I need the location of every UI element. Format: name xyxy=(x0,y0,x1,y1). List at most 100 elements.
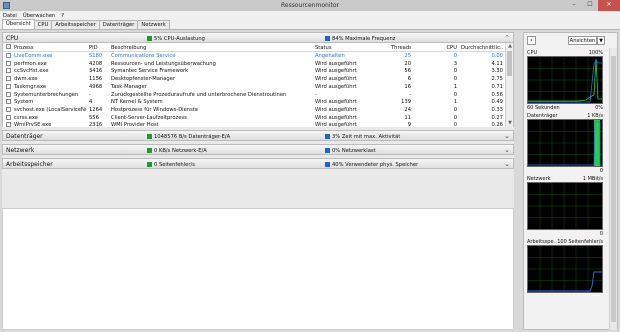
menu-file[interactable]: Datei xyxy=(3,13,17,19)
column-status[interactable]: Status xyxy=(315,45,365,51)
table-row[interactable]: csrss.exe 556 Client-Server-Laufzeitprozes… xyxy=(3,114,505,122)
table-scrollbar[interactable]: ▲ ▼ xyxy=(505,43,513,127)
cell-threads: 139 xyxy=(401,99,411,106)
table-row[interactable]: System 4 NT Kernel & System Wird ausgeführt… xyxy=(3,98,505,106)
network-graph xyxy=(527,182,603,230)
column-average-cpu[interactable]: Durchschnittlic... xyxy=(461,45,503,51)
row-checkbox[interactable] xyxy=(6,99,11,105)
cell-cpu: 0 xyxy=(453,53,457,59)
cell-name: System xyxy=(14,99,34,106)
tab-overview[interactable]: Übersicht xyxy=(2,19,35,29)
cell-status: Wird ausgeführt xyxy=(315,114,357,121)
cpu-usage-text: 5% CPU-Auslastung xyxy=(154,35,205,42)
table-row[interactable]: LiveComm.exe 5180 Communications Service An… xyxy=(3,52,505,60)
column-pid[interactable]: PID xyxy=(89,45,109,51)
views-button[interactable]: Ansichten xyxy=(568,36,597,45)
maximize-button[interactable]: ☐ xyxy=(582,0,598,11)
cell-avg: 0.49 xyxy=(491,99,503,106)
cell-desc: Client-Server-Laufzeitprozess xyxy=(111,114,187,121)
table-row[interactable]: perfmon.exe 4208 Ressourcen- und Leistungs… xyxy=(3,60,505,68)
column-description[interactable]: Beschreibung xyxy=(111,45,291,51)
cell-avg: 0.26 xyxy=(491,122,503,127)
cell-threads: 9 xyxy=(407,122,411,127)
cell-threads: 24 xyxy=(404,106,411,113)
expand-chevron-icon[interactable]: ⌄ xyxy=(504,132,510,140)
network-section-header[interactable]: Netzwerk 0 KB/s Netzwerk-E/A 0% Netzwerk… xyxy=(2,144,514,155)
cell-avg: 0.33 xyxy=(491,106,503,113)
row-checkbox[interactable] xyxy=(6,106,11,112)
column-threads[interactable]: Threads xyxy=(391,45,411,51)
empty-area xyxy=(2,208,514,330)
cell-cpu: 1 xyxy=(453,99,457,106)
row-checkbox[interactable] xyxy=(6,83,11,89)
expand-chevron-icon[interactable]: ⌄ xyxy=(504,146,510,154)
cell-threads: 25 xyxy=(404,53,411,59)
cpu-graph-svg xyxy=(528,57,602,103)
table-row[interactable]: dwm.exe 1156 Desktopfenster-Manager Wird au… xyxy=(3,75,505,83)
network-graph-min: 0 xyxy=(599,231,603,237)
tab-disk[interactable]: Datenträger xyxy=(98,20,139,29)
menu-help[interactable]: ? xyxy=(61,13,64,19)
row-checkbox[interactable] xyxy=(6,76,11,82)
views-dropdown-icon[interactable]: ▼ xyxy=(597,36,605,45)
disk-io-indicator xyxy=(147,134,152,139)
cpu-section-title: CPU xyxy=(6,35,19,42)
table-row[interactable]: Systemunterbrechungen - Zurückgestellte Pr… xyxy=(3,91,505,99)
cell-status: - xyxy=(315,91,317,98)
tab-cpu[interactable]: CPU xyxy=(33,20,53,29)
graph-pane: › Ansichten ▼ CPU 100% 60 Sekunden 0% Da… xyxy=(523,32,618,330)
close-button[interactable]: ✕ xyxy=(598,0,620,11)
cpu-section-header[interactable]: CPU 5% CPU-Auslastung 84% Maximale Frequ… xyxy=(2,32,514,43)
memory-section-header[interactable]: Arbeitsspeicher 0 Seitenfehler/s 40% Ver… xyxy=(2,158,514,169)
scroll-thumb[interactable] xyxy=(507,51,512,76)
column-cpu[interactable]: CPU xyxy=(443,45,457,51)
disk-activity-text: 3% Zeit mit max. Aktivität xyxy=(332,133,401,140)
cpu-graph-min: 0% xyxy=(595,105,603,111)
row-checkbox[interactable] xyxy=(6,68,11,74)
cell-desc: NT Kernel & System xyxy=(111,99,163,106)
expand-chevron-icon[interactable]: ⌄ xyxy=(504,160,510,168)
graph-pane-scroll-thumb[interactable] xyxy=(611,56,616,322)
row-checkbox[interactable] xyxy=(6,114,11,120)
scroll-down-icon[interactable]: ▼ xyxy=(506,120,513,127)
table-row[interactable]: Taskmgr.exe 4968 Task-Manager Wird ausgefüh… xyxy=(3,83,505,91)
table-row[interactable]: WmiPrvSE.exe 2316 WMI Provider Host Wird au… xyxy=(3,121,505,127)
cell-status: Wird ausgeführt xyxy=(315,83,357,90)
cell-status: Wird ausgeführt xyxy=(315,99,357,106)
tab-memory[interactable]: Arbeitsspeicher xyxy=(51,20,100,29)
row-checkbox[interactable] xyxy=(6,53,11,58)
disk-section-title: Datenträger xyxy=(6,133,43,140)
disk-io-text: 1048576 B/s Datenträger-E/A xyxy=(154,133,231,140)
scroll-up-icon[interactable]: ▲ xyxy=(506,43,513,50)
table-row[interactable]: ccSvcHst.exe 3416 Symantec Service Framewo… xyxy=(3,67,505,75)
cell-pid: 4208 xyxy=(89,60,103,67)
cell-threads: 11 xyxy=(404,114,411,121)
window-controls: – ☐ ✕ xyxy=(566,0,620,11)
select-all-checkbox[interactable] xyxy=(6,44,11,49)
memory-graph-svg xyxy=(528,246,602,292)
minimize-button[interactable]: – xyxy=(566,0,582,11)
menu-monitor[interactable]: Überwachen xyxy=(23,13,55,19)
cpu-frequency-indicator xyxy=(325,36,330,41)
collapse-pane-icon[interactable]: › xyxy=(527,36,536,45)
tab-network[interactable]: Netzwerk xyxy=(137,20,170,29)
disk-section-header[interactable]: Datenträger 1048576 B/s Datenträger-E/A … xyxy=(2,130,514,141)
table-header: Prozess PID Beschreibung Status Threads … xyxy=(3,43,505,52)
row-checkbox[interactable] xyxy=(6,60,11,66)
cell-pid: - xyxy=(89,91,91,98)
cell-pid: 3416 xyxy=(89,68,103,75)
cell-name: WmiPrvSE.exe xyxy=(14,122,52,127)
graph-pane-scrollbar[interactable] xyxy=(609,48,617,330)
table-row[interactable]: svchost.exe (LocalServiceNo... 1264 Hostpr… xyxy=(3,106,505,114)
column-process[interactable]: Prozess xyxy=(14,45,74,51)
collapse-chevron-icon[interactable]: ⌃ xyxy=(504,34,510,42)
row-checkbox[interactable] xyxy=(6,91,11,97)
cell-status: Angehalten xyxy=(315,53,345,59)
cell-threads: - xyxy=(409,91,411,98)
row-checkbox[interactable] xyxy=(6,122,11,127)
cell-desc: Zurückgestellte Prozeduraufrufe und unte… xyxy=(111,91,287,98)
cell-avg: 0.00 xyxy=(491,53,503,59)
memory-used-indicator xyxy=(325,162,330,167)
cell-status: Wird ausgeführt xyxy=(315,122,357,127)
menu-bar: Datei Überwachen ? xyxy=(0,11,620,20)
